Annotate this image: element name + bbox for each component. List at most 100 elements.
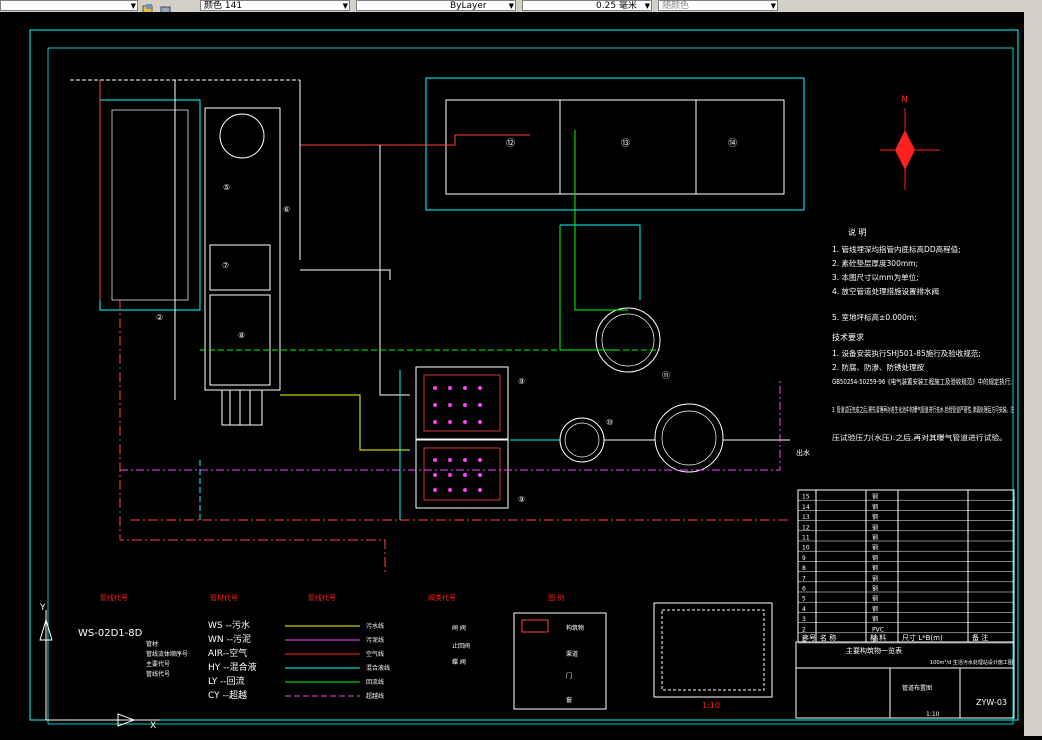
- outlet-label: 出水: [796, 448, 810, 457]
- note-2: 2. 素砼垫层厚度300mm;: [832, 258, 918, 268]
- layer-icon[interactable]: [142, 0, 154, 14]
- unit-9b: ⑨: [518, 495, 525, 504]
- treatment-train: [204, 107, 281, 391]
- lineweight-label: 0.25 毫米: [596, 1, 637, 11]
- chevron-down-icon: ▼: [508, 2, 514, 10]
- table-row-number: 4: [802, 606, 806, 613]
- equipment-table: 15 钢14 钢13 钢12 钢11 钢10 钢9 钢8 钢7 钢6 钢5 钢4 钢3 钢2 PVC1 钢序号…: [797, 489, 1015, 644]
- svg-text:AIR--空气: AIR--空气: [208, 647, 247, 659]
- notes-block: 说 明 1. 管线埋深均指管内底标高DD高程值; 2. 素砼垫层厚度300mm;…: [832, 227, 1014, 442]
- svg-text:污水线: 污水线: [366, 622, 384, 630]
- svg-text:LY --回流: LY --回流: [208, 675, 245, 687]
- svg-text:N: N: [901, 95, 908, 105]
- svg-text:蝶 阀: 蝶 阀: [452, 658, 466, 666]
- svg-text:管线代号: 管线代号: [146, 670, 170, 678]
- legend-line-title: 管线代号: [308, 593, 336, 602]
- table-row-material: 钢: [872, 503, 878, 511]
- linetype-dropdown[interactable]: ByLayer ▼: [356, 0, 516, 11]
- svg-text:回流线: 回流线: [366, 678, 384, 686]
- table-row-number: 7: [802, 575, 806, 582]
- legend: 管线代号 WS-02D1-8D 管材 管线流体顺序号 主要代号 管线代号 管材代…: [78, 593, 607, 710]
- ucs-icon: Y X: [39, 603, 160, 731]
- table-row-material: 钢: [872, 554, 878, 562]
- table-row-number: 6: [802, 586, 806, 593]
- unit-2: ②: [156, 313, 163, 322]
- table-row-number: 12: [802, 524, 810, 531]
- svg-text:管线流体顺序号: 管线流体顺序号: [146, 650, 188, 658]
- vertical-scrollbar[interactable]: [1024, 12, 1042, 736]
- tech-2: 2. 防腐、防渗、防锈处理按: [832, 362, 925, 372]
- title-block: 主要构筑物一览表 100m³/d 生活污水处理站设计施工图 管道布置图 1:10…: [795, 641, 1015, 719]
- table-row-material: 钢: [872, 534, 878, 542]
- svg-text:闸 阀: 闸 阀: [452, 624, 466, 632]
- svg-text:空气线: 空气线: [366, 650, 384, 658]
- note-4: 4. 放空管道处理措施设置排水阀: [832, 286, 939, 296]
- project-subtitle: 100m³/d 生活污水处理站设计施工图: [930, 659, 1013, 666]
- plotstyle-dropdown[interactable]: 随颜色 ▼: [658, 0, 778, 11]
- legend-pipe-title: 管线代号: [100, 593, 128, 602]
- drawing-frame: [29, 29, 1019, 721]
- unit-7: ⑦: [222, 261, 229, 270]
- svg-text:构筑物: 构筑物: [566, 624, 584, 632]
- table-row-number: 2: [802, 626, 806, 633]
- clarifier-12: [595, 307, 661, 373]
- legend-pipe-example: WS-02D1-8D: [78, 628, 143, 639]
- layer-dropdown[interactable]: ▼: [0, 0, 138, 11]
- tech-1: 1. 设备安装执行SHJ501-85施行及验收规范;: [832, 348, 981, 358]
- table-row-material: 钢: [872, 615, 878, 623]
- table-row-number: 9: [802, 555, 806, 562]
- drawing-name: 管道布置图: [902, 684, 932, 692]
- unit-12: ⑪: [662, 371, 670, 380]
- svg-text:污泥线: 污泥线: [366, 636, 384, 644]
- color-dropdown[interactable]: 颜色 141 ▼: [200, 0, 350, 11]
- layer-state-icon[interactable]: [160, 0, 172, 14]
- table-header: 材 料: [870, 633, 886, 642]
- table-header: 序号: [802, 633, 816, 642]
- hydrolysis-tank: [219, 113, 265, 159]
- table-header: 尺寸 L*B(m): [902, 633, 943, 642]
- table-row-number: 8: [802, 565, 806, 572]
- note-3: 3. 本图尺寸以mm为单位;: [832, 272, 919, 282]
- unit-9: ⑨: [518, 377, 525, 386]
- table-title: 主要构筑物一览表: [846, 646, 902, 655]
- svg-text:Y: Y: [39, 603, 46, 613]
- svg-text:管材: 管材: [146, 640, 158, 648]
- table-row-number: 14: [802, 504, 810, 511]
- svg-text:主要代号: 主要代号: [146, 660, 170, 668]
- table-row-number: 10: [802, 545, 810, 552]
- chevron-down-icon: ▼: [342, 2, 348, 10]
- svg-text:混合液线: 混合液线: [366, 664, 390, 672]
- tech-5: 压试验压力(水压):之后,再对其曝气管道进行试验。: [832, 433, 1007, 442]
- key-scale: 1:10: [702, 701, 720, 710]
- plotstyle-label: 随颜色: [662, 1, 690, 11]
- unit-5: ⑤: [223, 183, 230, 192]
- table-row-material: 钢: [872, 513, 878, 521]
- tank-11: [654, 403, 724, 473]
- svg-text:窗: 窗: [566, 696, 572, 704]
- tank-10: [559, 417, 605, 463]
- site-key-plan: [653, 602, 773, 698]
- north-arrow-icon: N: [880, 95, 940, 190]
- table-row-material: PVC: [872, 626, 884, 633]
- table-row-number: 13: [802, 514, 810, 521]
- notes-title: 说 明: [848, 227, 867, 237]
- table-row-material: 钢: [872, 574, 878, 582]
- table-row-material: 钢: [872, 585, 878, 593]
- table-row-material: 钢: [872, 523, 878, 531]
- filter-tank-lower: [415, 439, 509, 509]
- svg-text:HY --混合液: HY --混合液: [208, 661, 257, 673]
- table-row-number: 11: [802, 535, 810, 542]
- table-row-number: 5: [802, 596, 806, 603]
- color-label: 颜色 141: [204, 1, 243, 11]
- unit-15: ⑭: [728, 138, 737, 149]
- filter-tank-upper: [415, 366, 509, 440]
- svg-text:门: 门: [566, 672, 572, 680]
- table-row-number: 3: [802, 616, 806, 623]
- svg-text:CY --超越: CY --超越: [208, 689, 247, 701]
- table-row-material: 钢: [872, 605, 878, 613]
- lineweight-dropdown[interactable]: 0.25 毫米 ▼: [522, 0, 652, 11]
- unit-13: ⑫: [506, 138, 515, 149]
- drawing-canvas[interactable]: ⑫ ⑬ ⑭ ② ⑤ ⑥ ⑦ ⑧ ⑨ ⑨ ⑪ ⑩ 出水 N 说 明 1. 管线埋深…: [0, 12, 1024, 736]
- note-1: 1. 管线埋深均指管内底标高DD高程值;: [832, 244, 961, 254]
- unit-14: ⑬: [621, 138, 630, 149]
